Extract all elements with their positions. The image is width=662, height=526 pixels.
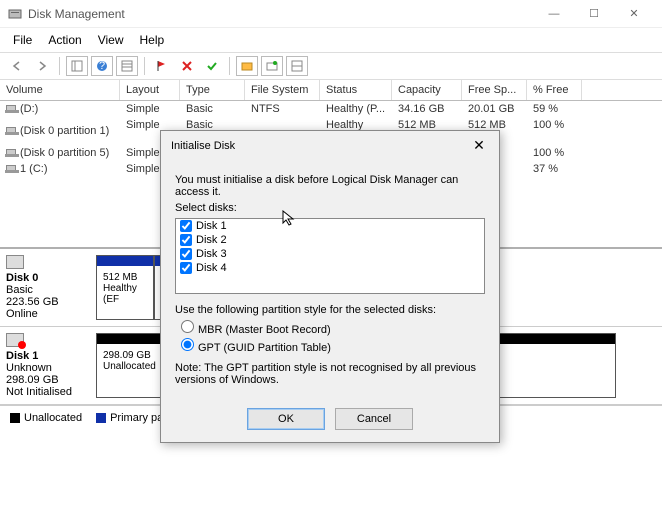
disk-icon xyxy=(6,333,24,347)
dialog-title: Initialise Disk xyxy=(171,140,469,152)
check-icon[interactable] xyxy=(201,56,223,76)
menu-view[interactable]: View xyxy=(91,30,131,50)
menubar: File Action View Help xyxy=(0,28,662,53)
menu-help[interactable]: Help xyxy=(133,30,172,50)
close-button[interactable]: ✕ xyxy=(614,0,654,28)
gpt-note: Note: The GPT partition style is not rec… xyxy=(175,362,485,386)
col-capacity[interactable]: Capacity xyxy=(392,80,462,100)
disk-checkbox[interactable] xyxy=(180,262,192,274)
disk-checkbox-item[interactable]: Disk 4 xyxy=(176,261,484,275)
minimize-button[interactable]: — xyxy=(534,0,574,28)
disk-checkbox[interactable] xyxy=(180,234,192,246)
disk-select-list[interactable]: Disk 1Disk 2Disk 3Disk 4 xyxy=(175,218,485,294)
props-icon[interactable] xyxy=(286,56,308,76)
menu-action[interactable]: Action xyxy=(41,30,88,50)
flag-icon[interactable] xyxy=(151,56,173,76)
titlebar: Disk Management — ☐ ✕ xyxy=(0,0,662,28)
disk-checkbox-item[interactable]: Disk 2 xyxy=(176,233,484,247)
disk-icon xyxy=(6,255,24,269)
col-layout[interactable]: Layout xyxy=(120,80,180,100)
ok-button[interactable]: OK xyxy=(247,408,325,430)
volume-icon xyxy=(6,149,16,157)
dialog-message: You must initialise a disk before Logica… xyxy=(175,174,485,198)
disk-checkbox-item[interactable]: Disk 1 xyxy=(176,219,484,233)
col-pctfree[interactable]: % Free xyxy=(527,80,582,100)
disk-checkbox-item[interactable]: Disk 3 xyxy=(176,247,484,261)
mbr-radio[interactable]: MBR (Master Boot Record) xyxy=(181,320,485,336)
col-volume[interactable]: Volume xyxy=(0,80,120,100)
disk-checkbox[interactable] xyxy=(180,220,192,232)
volume-list-header: Volume Layout Type File System Status Ca… xyxy=(0,80,662,101)
tree-icon[interactable] xyxy=(66,56,88,76)
toolbar: ? xyxy=(0,53,662,80)
select-disks-label: Select disks: xyxy=(175,202,485,214)
dialog-close-icon[interactable]: ✕ xyxy=(469,137,489,154)
table-row[interactable]: (D:)SimpleBasicNTFSHealthy (P...34.16 GB… xyxy=(0,101,662,117)
delete-icon[interactable] xyxy=(176,56,198,76)
attach-icon[interactable] xyxy=(261,56,283,76)
partition[interactable]: 512 MBHealthy (EF xyxy=(96,255,154,320)
col-type[interactable]: Type xyxy=(180,80,245,100)
volume-icon xyxy=(6,105,16,113)
partition-style-label: Use the following partition style for th… xyxy=(175,304,485,316)
maximize-button[interactable]: ☐ xyxy=(574,0,614,28)
menu-file[interactable]: File xyxy=(6,30,39,50)
disk-checkbox[interactable] xyxy=(180,248,192,260)
cancel-button[interactable]: Cancel xyxy=(335,408,413,430)
new-vol-icon[interactable] xyxy=(236,56,258,76)
col-freespace[interactable]: Free Sp... xyxy=(462,80,527,100)
table-icon[interactable] xyxy=(116,56,138,76)
initialise-disk-dialog: Initialise Disk ✕ You must initialise a … xyxy=(160,130,500,443)
volume-icon xyxy=(6,127,16,135)
help-icon[interactable]: ? xyxy=(91,56,113,76)
forward-button[interactable] xyxy=(31,56,53,76)
back-button[interactable] xyxy=(6,56,28,76)
volume-icon xyxy=(6,165,16,173)
svg-text:?: ? xyxy=(99,60,105,72)
legend-unallocated: Unallocated xyxy=(24,412,82,424)
window-title: Disk Management xyxy=(28,7,534,21)
app-icon xyxy=(8,7,22,21)
gpt-radio[interactable]: GPT (GUID Partition Table) xyxy=(181,338,485,354)
col-status[interactable]: Status xyxy=(320,80,392,100)
col-fs[interactable]: File System xyxy=(245,80,320,100)
